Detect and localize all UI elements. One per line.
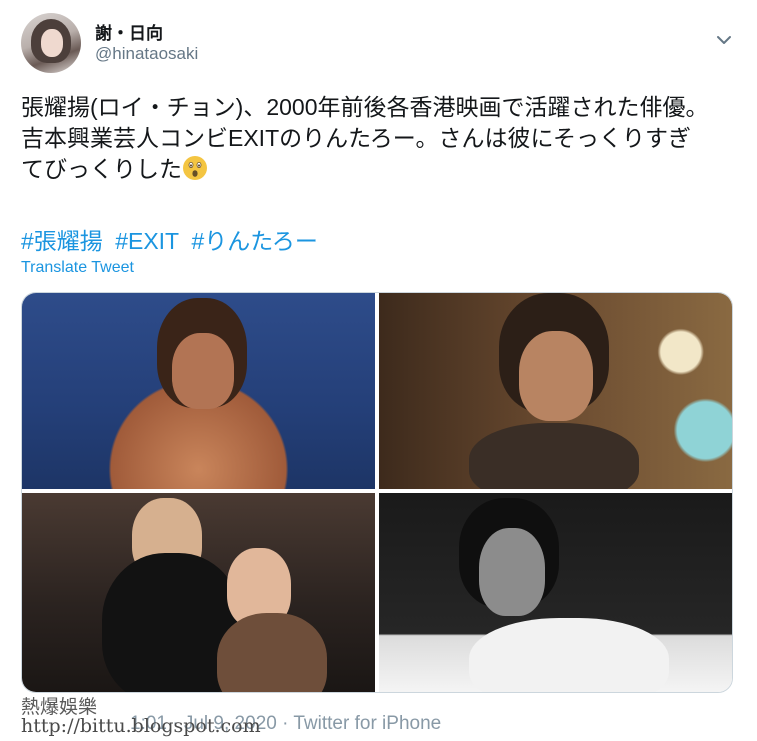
avatar-face — [41, 29, 63, 57]
photo-figure — [172, 333, 234, 409]
hashtag-link[interactable]: #EXIT — [115, 228, 179, 254]
photo-figure — [479, 528, 545, 616]
hashtag-list: #張耀揚 #EXIT #りんたろー — [21, 222, 324, 256]
tweet-text: 張耀揚(ロイ・チョン)、2000年前後各香港映画で活躍された俳優。 吉本興業芸人… — [21, 92, 736, 185]
photo-premiere-crowd[interactable] — [22, 493, 375, 692]
media-grid — [21, 292, 733, 693]
watermark-url: http://bittu.blogspot.com — [21, 715, 261, 737]
tweet-text-line: 張耀揚(ロイ・チョン)、2000年前後各香港映画で活躍された俳優。 — [21, 94, 709, 120]
photo-figure — [519, 331, 593, 421]
hashtag-link[interactable]: #張耀揚 — [21, 228, 103, 254]
display-name[interactable]: 謝・日向 — [95, 19, 163, 44]
tweet-text-line: てびっくりした — [21, 154, 736, 185]
photo-figure — [217, 613, 327, 692]
photo-shirtless-portrait[interactable] — [22, 293, 375, 489]
hashtag-link[interactable]: #りんたろー — [192, 228, 318, 254]
translate-tweet-link[interactable]: Translate Tweet — [21, 259, 134, 277]
photo-bw-portrait[interactable] — [379, 493, 732, 692]
photo-figure — [469, 423, 639, 489]
tweet-card: 謝・日向 @hinataosaki 張耀揚(ロイ・チョン)、2000年前後各香港… — [0, 0, 757, 741]
astonished-face-icon — [183, 156, 207, 180]
photo-film-still[interactable] — [379, 293, 732, 489]
tweet-text-fragment: てびっくりした — [21, 156, 182, 182]
photo-figure — [469, 618, 669, 692]
tweet-text-line: 吉本興業芸人コンビEXITのりんたろー。さんは彼にそっくりすぎ — [21, 125, 692, 151]
user-handle[interactable]: @hinataosaki — [95, 44, 198, 64]
chevron-down-icon[interactable] — [714, 32, 734, 48]
avatar[interactable] — [21, 13, 81, 73]
